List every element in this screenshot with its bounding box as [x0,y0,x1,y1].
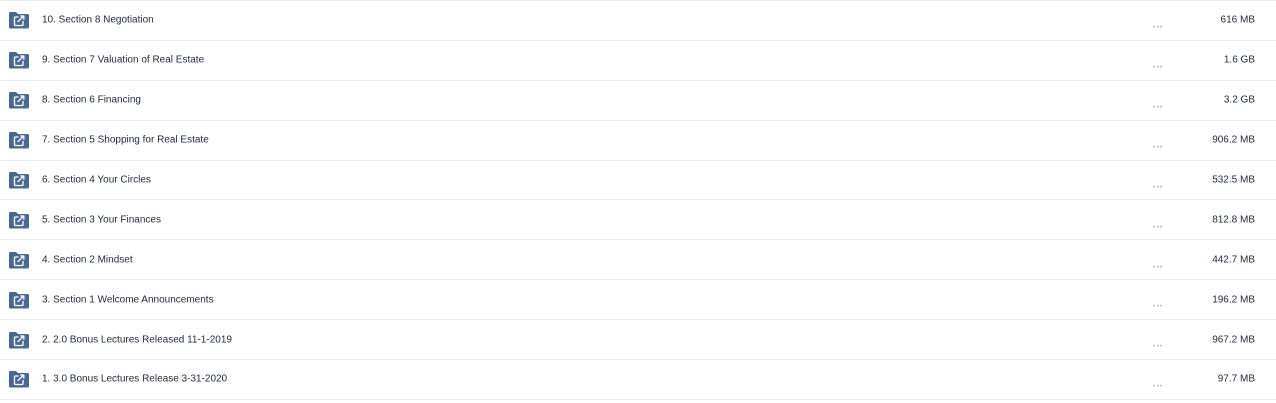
shared-folder-icon [8,211,30,229]
file-list: 10. Section 8 Negotiation 616 MB 9. Sect… [0,0,1276,403]
item-size: 196.2 MB [1212,294,1255,306]
item-size: 97.7 MB [1217,373,1255,385]
list-item[interactable]: 7. Section 5 Shopping for Real Estate 90… [0,121,1276,161]
item-size: 532.5 MB [1212,174,1255,186]
item-name[interactable]: 8. Section 6 Financing [42,95,141,106]
shared-folder-icon [8,370,30,388]
item-size: 967.2 MB [1212,334,1255,346]
item-name[interactable]: 10. Section 8 Negotiation [42,15,154,26]
shared-folder-icon [8,251,30,269]
item-name[interactable]: 6. Section 4 Your Circles [42,175,151,186]
shared-folder-icon [8,171,30,189]
list-item[interactable]: 1. 3.0 Bonus Lectures Release 3-31-2020 … [0,360,1276,400]
more-options-icon[interactable] [1153,297,1167,308]
list-item[interactable]: 6. Section 4 Your Circles 532.5 MB [0,161,1276,201]
item-size: 442.7 MB [1212,254,1255,266]
shared-folder-icon [8,91,30,109]
item-size: 906.2 MB [1212,134,1255,146]
item-name[interactable]: 9. Section 7 Valuation of Real Estate [42,55,204,66]
item-name[interactable]: 2. 2.0 Bonus Lectures Released 11-1-2019 [42,334,232,345]
item-name[interactable]: 3. Section 1 Welcome Announcements [42,294,214,305]
more-options-icon[interactable] [1153,138,1167,148]
more-options-icon[interactable] [1153,377,1167,387]
list-item[interactable]: 5. Section 3 Your Finances 812.8 MB [0,200,1276,241]
list-item[interactable]: 8. Section 6 Financing 3.2 GB [0,81,1276,121]
shared-folder-icon [8,51,30,69]
item-name[interactable]: 4. Section 2 Mindset [42,254,133,265]
shared-folder-icon [8,291,30,309]
item-name[interactable]: 7. Section 5 Shopping for Real Estate [42,135,209,146]
shared-folder-icon [8,331,30,349]
list-item[interactable]: 4. Section 2 Mindset 442.7 MB [0,240,1276,281]
item-size: 616 MB [1220,14,1255,26]
more-options-icon[interactable] [1153,217,1167,228]
list-item[interactable]: 3. Section 1 Welcome Announcements 196.2… [0,280,1276,321]
more-options-icon[interactable] [1153,337,1167,347]
item-size: 1.6 GB [1223,54,1255,66]
list-item[interactable]: 10. Section 8 Negotiation 616 MB [0,1,1276,41]
more-options-icon[interactable] [1153,257,1167,268]
list-item[interactable]: 2. 2.0 Bonus Lectures Released 11-1-2019… [0,320,1276,361]
more-options-icon[interactable] [1153,98,1167,108]
more-options-icon[interactable] [1153,178,1167,188]
item-size: 3.2 GB [1223,94,1255,106]
item-name[interactable]: 1. 3.0 Bonus Lectures Release 3-31-2020 [42,374,227,385]
shared-folder-icon [8,11,30,29]
list-item[interactable]: 9. Section 7 Valuation of Real Estate 1.… [0,41,1276,81]
item-size: 812.8 MB [1212,214,1255,226]
more-options-icon[interactable] [1153,18,1167,28]
more-options-icon[interactable] [1153,58,1167,68]
item-name[interactable]: 5. Section 3 Your Finances [42,214,161,225]
shared-folder-icon [8,131,30,149]
